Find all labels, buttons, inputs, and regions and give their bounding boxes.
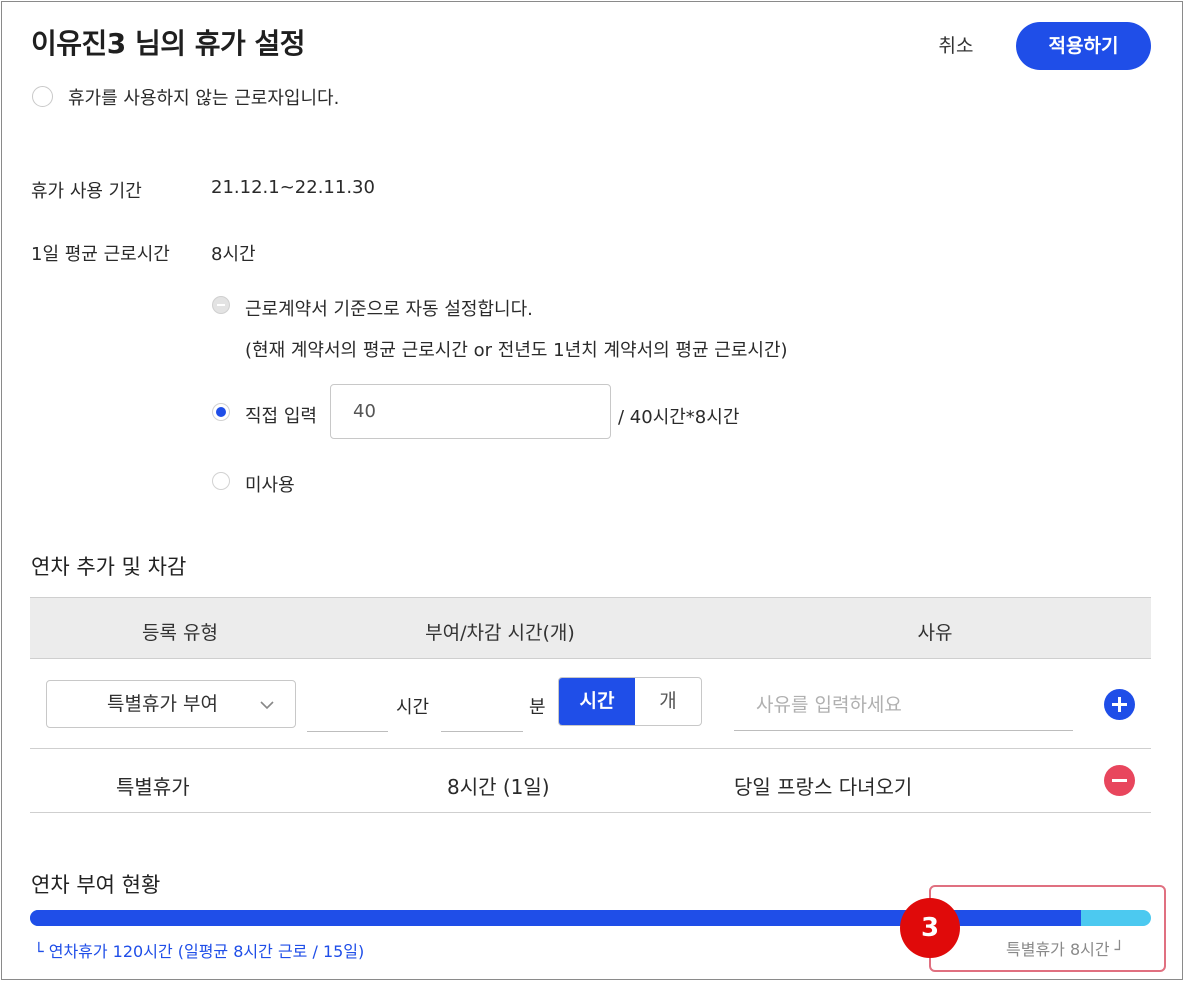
adjust-section-title: 연차 추가 및 차감 [31,555,187,579]
leave-period-label: 휴가 사용 기간 [31,181,142,202]
row-divider [30,748,1151,749]
minutes-input[interactable] [441,696,523,732]
hours-input[interactable] [307,696,388,732]
page-title: 이유진3 님의 휴가 설정 [31,27,306,60]
column-header-type: 등록 유형 [142,622,218,644]
manual-hours-suffix: / 40시간*8시간 [618,407,740,428]
annual-leave-legend: └ 연차휴가 120시간 (일평균 8시간 근로 / 15일) [34,942,365,961]
auto-set-description: (현재 계약서의 평균 근로시간 or 전년도 1년치 계약서의 평균 근로시간… [245,340,788,361]
hours-unit-label: 시간 [396,697,430,718]
remove-row-button[interactable] [1104,765,1135,796]
dialog-frame [1,1,1183,980]
column-header-reason: 사유 [917,622,953,644]
unused-radio[interactable] [212,472,230,490]
no-leave-label: 휴가를 사용하지 않는 근로자입니다. [68,88,340,109]
row-reason: 당일 프랑스 다녀오기 [734,775,913,799]
type-select-value: 특별휴가 부여 [107,693,218,715]
auto-set-label: 근로계약서 기준으로 자동 설정합니다. [245,299,533,320]
add-row-button[interactable] [1104,689,1135,720]
avg-hours-value: 8시간 [211,244,256,265]
reason-input[interactable]: 사유를 입력하세요 [734,683,1073,731]
minutes-unit-label: 분 [529,697,546,718]
avg-hours-label: 1일 평균 근로시간 [31,244,170,265]
chevron-down-icon [259,681,275,745]
unused-label: 미사용 [245,475,295,496]
manual-input-label: 직접 입력 [245,406,317,427]
step-badge: 3 [900,898,960,958]
leave-period-value: 21.12.1~22.11.30 [211,177,375,198]
row-amount: 8시간 (1일) [447,775,550,799]
unit-toggle-count[interactable]: 개 [635,678,701,725]
column-header-amount: 부여/차감 시간(개) [425,622,575,644]
row-type: 특별휴가 [116,775,190,799]
adjust-table-header: 등록 유형 부여/차감 시간(개) 사유 [30,597,1151,659]
type-select[interactable]: 특별휴가 부여 [46,680,296,728]
grant-status-title: 연차 부여 현황 [31,873,161,897]
cancel-button[interactable]: 취소 [920,28,992,64]
apply-button[interactable]: 적용하기 [1016,22,1151,70]
unit-toggle: 시간 개 [558,677,702,726]
table-bottom-divider [30,812,1151,813]
unit-toggle-hours[interactable]: 시간 [559,678,635,725]
manual-hours-input[interactable]: 40 [330,384,611,439]
manual-input-radio[interactable] [212,403,230,421]
minus-icon [1112,779,1127,782]
no-leave-radio[interactable] [32,86,53,107]
auto-set-radio[interactable] [212,296,230,314]
highlight-box [929,885,1166,972]
